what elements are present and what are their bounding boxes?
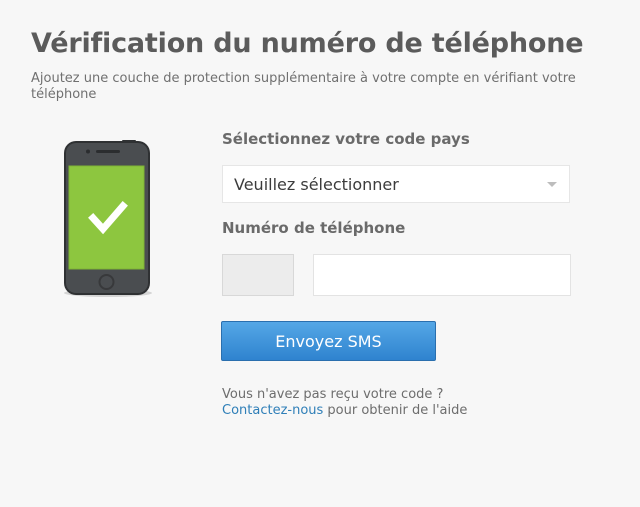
- phone-number-input[interactable]: [313, 254, 571, 296]
- country-prefix-field: [222, 254, 294, 296]
- help-contact-suffix: pour obtenir de l'aide: [323, 403, 468, 418]
- page-title: Vérification du numéro de téléphone: [31, 28, 584, 59]
- chevron-down-icon: [547, 182, 557, 187]
- help-contact-line: Contactez-nous pour obtenir de l'aide: [222, 403, 467, 419]
- country-code-select[interactable]: Veuillez sélectionner: [222, 165, 570, 203]
- country-code-label: Sélectionnez votre code pays: [222, 130, 470, 148]
- country-code-selected: Veuillez sélectionner: [234, 174, 399, 194]
- help-question: Vous n'avez pas reçu votre code ?: [222, 387, 444, 402]
- help-text: Vous n'avez pas reçu votre code ? Contac…: [222, 387, 467, 419]
- contact-us-link[interactable]: Contactez-nous: [222, 403, 323, 418]
- phone-number-label: Numéro de téléphone: [222, 219, 406, 237]
- page-subtitle: Ajoutez une couche de protection supplém…: [31, 71, 576, 102]
- send-sms-button[interactable]: Envoyez SMS: [221, 321, 436, 361]
- smartphone-check-icon: [58, 139, 158, 299]
